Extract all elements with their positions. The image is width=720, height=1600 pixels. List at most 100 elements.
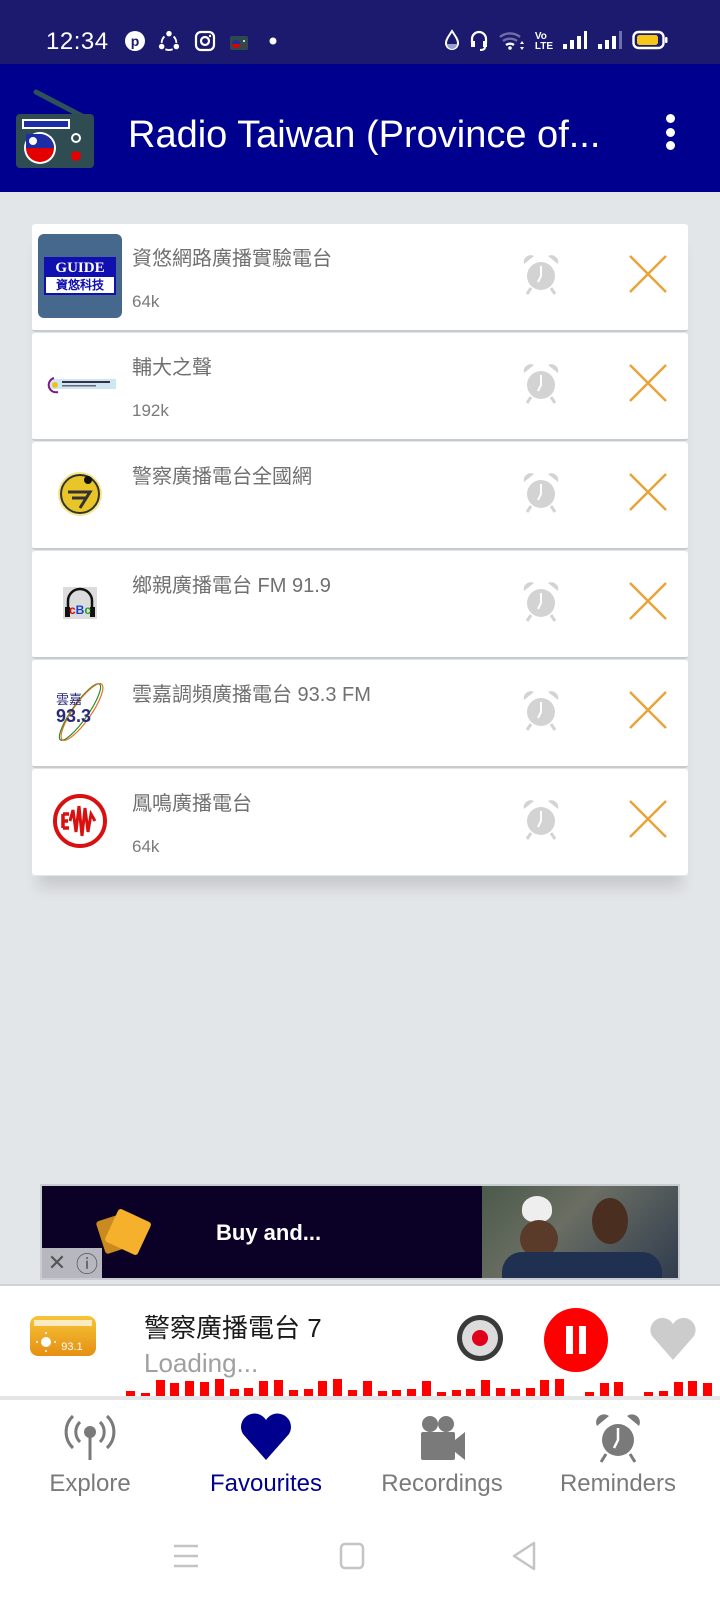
alarm-clock-icon[interactable] <box>520 579 562 623</box>
pinterest-icon: p <box>124 30 146 52</box>
close-icon[interactable] <box>628 799 668 839</box>
station-row[interactable]: GUIDE 資悠科技 資悠網路廣播實驗電台 64k <box>32 224 688 332</box>
station-row[interactable]: 鳳鳴廣播電台 64k <box>32 769 688 875</box>
close-icon[interactable] <box>628 363 668 403</box>
station-bitrate: 64k <box>132 292 160 311</box>
alarm-clock-icon[interactable] <box>520 470 562 514</box>
station-logo-fengming <box>38 779 122 863</box>
favourites-list: GUIDE 資悠科技 資悠網路廣播實驗電台 64k 輔大之聲 192k 警察廣播… <box>32 224 688 876</box>
visualizer-bar <box>407 1388 417 1396</box>
bottom-navigation: Explore Favourites Recordings Reminders <box>0 1398 720 1526</box>
visualizer-bar <box>348 1389 357 1396</box>
station-logo-guide: GUIDE 資悠科技 <box>38 234 122 318</box>
heart-icon <box>241 1413 291 1460</box>
nav-reminders[interactable]: Reminders <box>528 1400 708 1520</box>
visualizer-bar <box>540 1379 550 1396</box>
visualizer-bar <box>703 1382 713 1396</box>
alarm-clock-icon[interactable] <box>520 797 562 841</box>
station-row[interactable]: 警察廣播電台全國網 <box>32 442 688 550</box>
heart-icon <box>650 1317 696 1360</box>
antenna-icon <box>64 1414 116 1460</box>
station-logo-fju <box>38 343 122 427</box>
pause-button[interactable] <box>544 1308 608 1372</box>
close-icon[interactable] <box>628 254 668 294</box>
visualizer-bar <box>244 1387 254 1396</box>
visualizer-bar <box>318 1380 328 1396</box>
nav-label: Recordings <box>381 1470 503 1497</box>
visualizer-bar <box>200 1381 209 1396</box>
visualizer-bar <box>185 1380 195 1396</box>
dot-icon <box>262 30 284 52</box>
instagram-icon <box>194 30 216 52</box>
visualizer-bar <box>288 1389 298 1396</box>
station-bitrate: 192k <box>132 401 169 420</box>
ad-banner[interactable]: Buy and... ✕ ⓘ <box>40 1184 680 1280</box>
nav-recordings[interactable]: Recordings <box>352 1400 532 1520</box>
visualizer-bar <box>436 1392 446 1396</box>
more-vert-icon[interactable] <box>664 114 676 150</box>
wifi-icon <box>498 29 526 56</box>
app-bar: Radio Taiwan (Province of... <box>0 64 720 192</box>
back-icon[interactable] <box>508 1540 540 1572</box>
visualizer-bar <box>481 1379 491 1396</box>
visualizer-bar <box>362 1380 372 1396</box>
close-icon[interactable] <box>628 690 668 730</box>
nav-favourites[interactable]: Favourites <box>176 1400 356 1520</box>
station-row[interactable]: cBc 鄉親廣播電台 FM 91.9 <box>32 551 688 659</box>
station-row[interactable]: 輔大之聲 192k <box>32 333 688 441</box>
close-icon[interactable] <box>628 472 668 512</box>
visualizer-bar <box>170 1382 180 1396</box>
nav-explore[interactable]: Explore <box>0 1400 180 1520</box>
visualizer-bar <box>688 1380 698 1396</box>
signal-icon <box>597 30 623 55</box>
alarm-clock-icon[interactable] <box>520 252 562 296</box>
record-button[interactable] <box>456 1314 504 1362</box>
visualizer-bar <box>214 1378 224 1396</box>
favourite-button[interactable] <box>648 1316 698 1362</box>
station-logo-police <box>38 452 122 536</box>
station-row[interactable]: 雲嘉 93.3 雲嘉調頻廣播電台 93.3 FM <box>32 660 688 768</box>
visualizer-bar <box>392 1389 402 1396</box>
station-name: 鄉親廣播電台 FM 91.9 <box>132 575 331 597</box>
station-logo-cbc: cBc <box>38 561 122 645</box>
water-drop-icon <box>444 28 460 56</box>
volte-icon: Vo LTE <box>534 31 553 52</box>
ad-close-button[interactable]: ✕ <box>42 1248 72 1278</box>
svg-text:93.1: 93.1 <box>61 1341 82 1353</box>
visualizer-bar <box>525 1387 535 1396</box>
app-logo <box>14 88 96 170</box>
visualizer-bar <box>466 1388 476 1396</box>
visualizer-bar <box>451 1389 461 1396</box>
headset-icon <box>469 29 489 56</box>
video-camera-icon <box>421 1416 465 1460</box>
alarm-clock-icon <box>596 1414 640 1463</box>
close-icon[interactable] <box>628 581 668 621</box>
visualizer-bar <box>422 1380 431 1396</box>
svg-text:93.3: 93.3 <box>56 706 91 726</box>
home-icon[interactable] <box>336 1540 368 1572</box>
battery-icon <box>632 30 668 55</box>
audio-visualizer <box>126 1378 720 1396</box>
visualizer-bar <box>644 1391 653 1396</box>
recents-icon[interactable] <box>170 1540 202 1572</box>
nav-label: Reminders <box>559 1470 677 1497</box>
alarm-clock-icon[interactable] <box>520 688 562 732</box>
signal-icon <box>562 30 588 55</box>
visualizer-bar <box>496 1387 505 1396</box>
station-name: 資悠網路廣播實驗電台 <box>132 248 332 270</box>
visualizer-bar <box>510 1388 520 1396</box>
status-bar: 12:34 p Vo LTE <box>0 0 720 64</box>
visualizer-bar <box>673 1381 683 1396</box>
now-playing-status: Loading... <box>144 1348 259 1378</box>
now-playing-logo: 93.1 <box>30 1316 96 1356</box>
visualizer-bar <box>155 1379 165 1396</box>
visualizer-bar <box>599 1382 609 1396</box>
ad-headline: Buy and... <box>216 1220 322 1245</box>
visualizer-bar <box>229 1388 239 1396</box>
visualizer-bar <box>614 1381 624 1396</box>
alarm-clock-icon[interactable] <box>520 361 562 405</box>
visualizer-bar <box>274 1379 283 1396</box>
ad-info-button[interactable]: ⓘ <box>72 1248 102 1278</box>
station-logo-yunjia: 雲嘉 93.3 <box>38 670 122 754</box>
record-icon <box>457 1315 503 1361</box>
